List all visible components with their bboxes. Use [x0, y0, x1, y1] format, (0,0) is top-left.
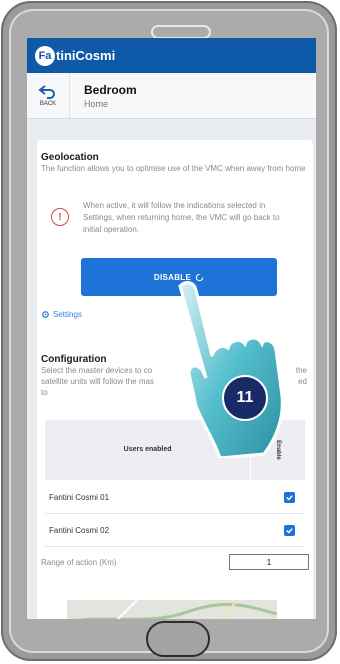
settings-link[interactable]: Settings	[41, 310, 82, 319]
map-preview[interactable]	[67, 600, 277, 619]
geolocation-section: Geolocation The function allows you to o…	[41, 152, 307, 174]
checkmark-icon	[286, 527, 293, 534]
range-row: Range of action (Km) 1	[41, 554, 309, 570]
geolocation-description: The function allows you to optimise use …	[41, 164, 306, 173]
brand-logo-text: tiniCosmi	[56, 48, 116, 63]
range-input[interactable]: 1	[229, 554, 309, 570]
room-title-block: Bedroom Home	[70, 83, 137, 109]
user-name: Fantini Cosmi 02	[49, 525, 110, 535]
back-arrows-icon	[38, 85, 55, 99]
app-bar: Fa tiniCosmi	[27, 38, 316, 73]
configuration-desc-line2-tail: ed	[298, 377, 307, 386]
configuration-desc-line1: Select the master devices to co	[41, 366, 153, 375]
range-label: Range of action (Km)	[41, 557, 117, 567]
user-enable-checkbox[interactable]	[284, 524, 295, 536]
exclamation-icon: !	[51, 208, 69, 226]
back-button[interactable]: BACK	[27, 73, 70, 118]
settings-link-label: Settings	[53, 310, 82, 319]
checkmark-icon	[286, 494, 293, 501]
gear-icon	[42, 311, 49, 318]
map-roads	[76, 600, 277, 619]
brand-logo-mark: Fa	[35, 45, 55, 66]
configuration-desc-line1-tail: the	[295, 366, 307, 375]
pointing-hand-icon	[178, 281, 284, 458]
room-header: BACK Bedroom Home	[27, 73, 316, 119]
table-row: Fantini Cosmi 01	[45, 481, 305, 514]
room-subtitle: Home	[84, 98, 109, 109]
room-title: Bedroom	[84, 82, 137, 97]
back-label: BACK	[39, 101, 57, 107]
geolocation-info: ! When active, it will follow the indica…	[51, 200, 297, 236]
phone-speaker	[151, 25, 211, 39]
geolocation-title: Geolocation	[41, 152, 99, 163]
home-button[interactable]	[146, 621, 210, 657]
table-row: Fantini Cosmi 02	[45, 514, 305, 547]
step-number-badge: 11	[222, 375, 268, 421]
user-name: Fantini Cosmi 01	[49, 492, 110, 502]
user-enable-checkbox[interactable]	[284, 491, 295, 503]
geolocation-info-text: When active, it will follow the indicati…	[83, 201, 280, 234]
configuration-desc-line2: satellite units will follow the mas	[41, 377, 154, 386]
